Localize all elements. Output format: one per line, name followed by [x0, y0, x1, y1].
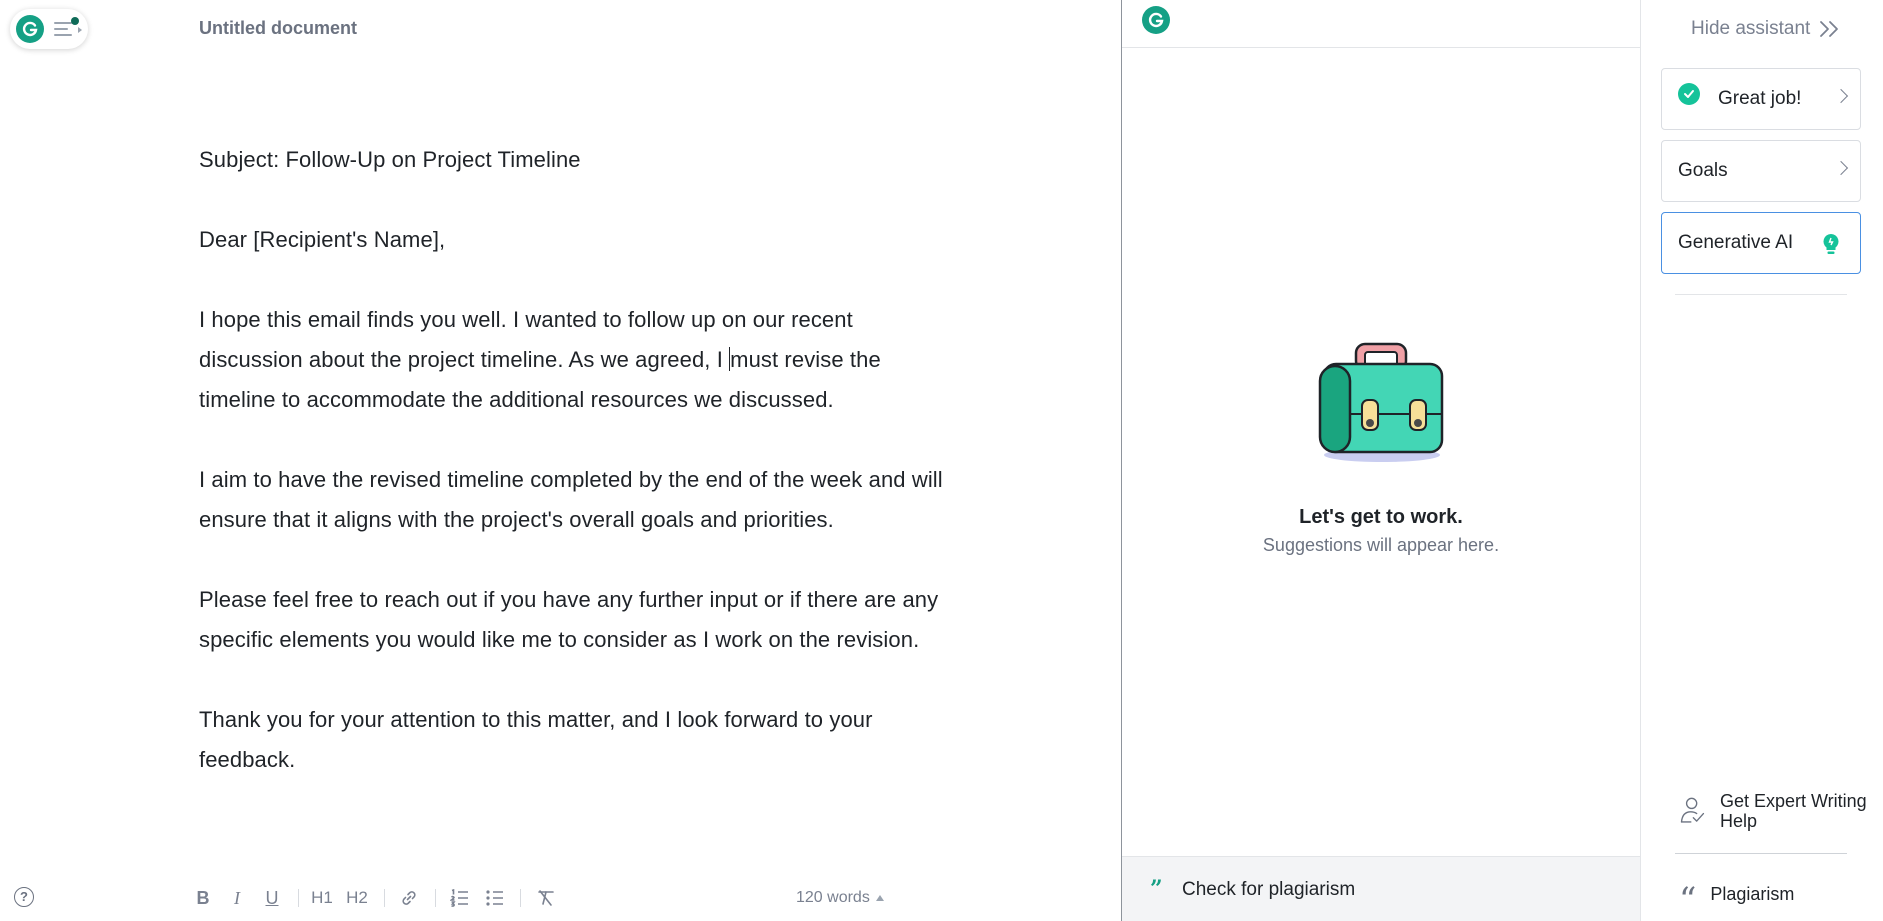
paragraph-3[interactable]: Please feel free to reach out if you hav…	[199, 580, 959, 660]
document-title[interactable]: Untitled document	[199, 18, 357, 39]
check-plagiarism-label: Check for plagiarism	[1182, 879, 1356, 900]
toolbar-divider	[298, 889, 299, 907]
goals-card[interactable]: Goals	[1661, 140, 1861, 202]
link-button[interactable]	[398, 885, 420, 911]
get-expert-writing-help-label: Get Expert Writing Help	[1719, 791, 1867, 831]
clear-formatting-button[interactable]	[535, 885, 557, 911]
sidebar-divider	[1675, 853, 1847, 854]
right-sidebar: Hide assistant Great job! Goals Generati…	[1641, 0, 1883, 921]
bulleted-list-button[interactable]	[484, 885, 506, 911]
check-plagiarism-button[interactable]: ” Check for plagiarism	[1122, 856, 1640, 921]
quote-icon: ”	[1150, 876, 1163, 902]
goals-label: Goals	[1678, 160, 1728, 181]
plagiarism-label: Plagiarism	[1710, 883, 1795, 904]
word-count[interactable]: 120 words	[796, 889, 884, 907]
italic-button[interactable]: I	[228, 885, 246, 911]
numbered-list-icon	[450, 889, 468, 907]
heading-2-button[interactable]: H2	[345, 885, 369, 911]
plagiarism-button[interactable]: “ Plagiarism	[1679, 878, 1795, 920]
check-icon	[1678, 83, 1700, 105]
briefcase-illustration-icon	[1318, 342, 1444, 462]
great-job-card[interactable]: Great job!	[1661, 68, 1861, 130]
empty-state-title: Let's get to work.	[1299, 506, 1463, 528]
clear-formatting-icon	[538, 890, 554, 906]
editor-pane: Untitled document Subject: Follow-Up on …	[0, 0, 1121, 921]
generative-ai-label: Generative AI	[1678, 232, 1794, 253]
paragraph-4[interactable]: Thank you for your attention to this mat…	[199, 700, 959, 780]
lightbulb-icon	[1823, 234, 1839, 254]
toolbar-divider	[520, 889, 521, 907]
help-icon[interactable]: ?	[14, 887, 34, 907]
underline-button[interactable]: U	[263, 885, 281, 911]
document-body[interactable]: Subject: Follow-Up on Project Timeline D…	[199, 140, 959, 820]
expert-person-icon	[1680, 797, 1705, 823]
chevron-right-icon	[1833, 160, 1849, 176]
greeting-line[interactable]: Dear [Recipient's Name],	[199, 220, 959, 260]
empty-state-subtitle: Suggestions will appear here.	[1262, 535, 1500, 555]
sidebar-divider	[1675, 294, 1847, 295]
get-expert-writing-help-button[interactable]: Get Expert Writing Help	[1679, 786, 1879, 836]
grammarly-logo-icon	[1142, 6, 1170, 34]
heading-1-button[interactable]: H1	[310, 885, 334, 911]
hide-assistant-button[interactable]: Hide assistant	[1691, 18, 1842, 40]
paragraph-1[interactable]: I hope this email finds you well. I want…	[199, 300, 959, 420]
bulleted-list-icon	[486, 890, 503, 906]
bold-button[interactable]: B	[194, 885, 212, 911]
formatting-toolbar: ? B I U H1 H2 120 words	[0, 877, 1121, 921]
paragraph-2[interactable]: I aim to have the revised timeline compl…	[199, 460, 959, 540]
grammarly-menu-button[interactable]	[10, 9, 88, 49]
hide-assistant-label: Hide assistant	[1691, 18, 1811, 39]
link-icon	[402, 891, 416, 905]
caret-up-icon	[875, 895, 884, 901]
grammarly-logo-icon	[16, 15, 44, 43]
assistant-header	[1122, 0, 1640, 48]
numbered-list-button[interactable]	[449, 885, 471, 911]
quote-icon: “	[1679, 880, 1697, 920]
assistant-panel: Let's get to work. Suggestions will appe…	[1122, 0, 1640, 921]
word-count-label: 120 words	[796, 889, 870, 906]
toolbar-divider	[384, 889, 385, 907]
toolbar-divider	[435, 889, 436, 907]
empty-state: Let's get to work. Suggestions will appe…	[1122, 340, 1640, 556]
generative-ai-card[interactable]: Generative AI	[1661, 212, 1861, 274]
menu-icon	[54, 17, 82, 38]
subject-line[interactable]: Subject: Follow-Up on Project Timeline	[199, 140, 959, 180]
double-chevron-right-icon	[1820, 21, 1839, 37]
chevron-right-icon	[1833, 88, 1849, 104]
great-job-label: Great job!	[1718, 88, 1802, 109]
